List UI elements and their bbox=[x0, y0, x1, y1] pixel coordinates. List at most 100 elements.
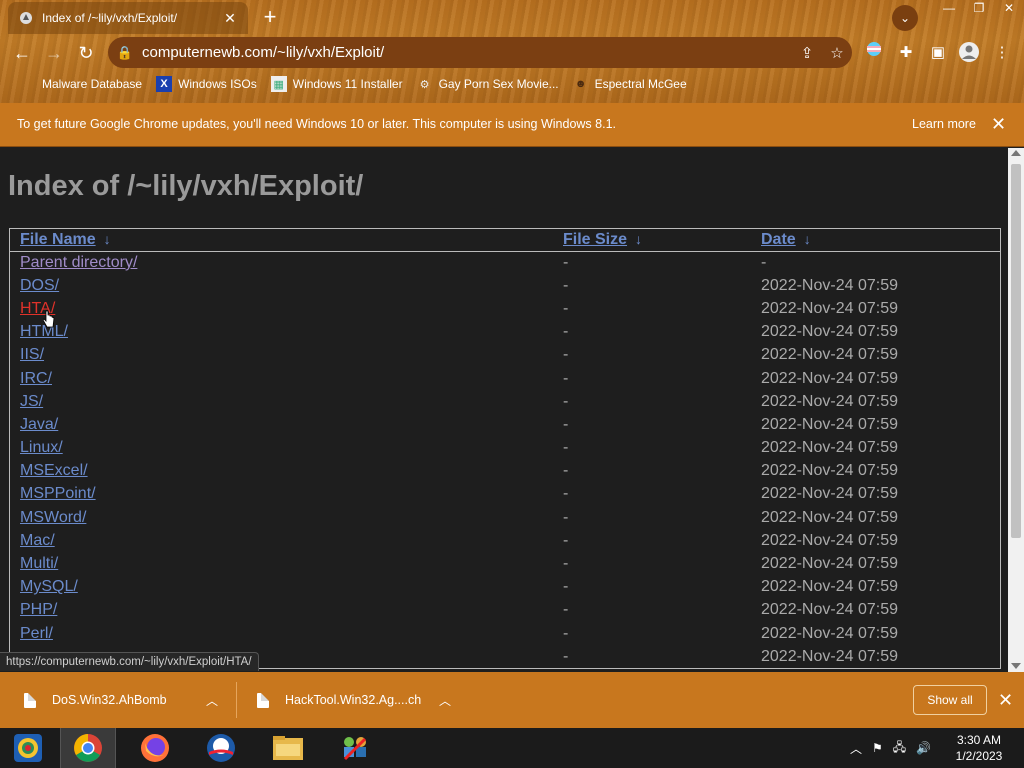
cell-date: 2022-Nov-24 07:59 bbox=[761, 531, 898, 549]
cell-file-size: - bbox=[563, 276, 569, 294]
extensions-puzzle-icon[interactable]: ✚ bbox=[894, 41, 918, 65]
cell-file-name: HTA/ bbox=[10, 297, 553, 320]
link-status-bar: https://computernewb.com/~lily/vxh/Explo… bbox=[0, 652, 259, 671]
infobar-close-icon[interactable]: ✕ bbox=[991, 114, 1006, 135]
cell-file-size: - bbox=[563, 323, 569, 341]
sort-arrow-icon[interactable]: ↓ bbox=[635, 231, 642, 247]
directory-link[interactable]: Java/ bbox=[20, 416, 58, 433]
bookmark-windows-isos[interactable]: X Windows ISOs bbox=[156, 76, 257, 92]
extension-flag-icon[interactable] bbox=[862, 41, 886, 65]
directory-link[interactable]: DOS/ bbox=[20, 277, 59, 294]
cell-date: 2022-Nov-24 07:59 bbox=[761, 555, 898, 573]
tab-active[interactable]: Index of /~lily/vxh/Exploit/ ✕ bbox=[8, 2, 248, 34]
cell-date: 2022-Nov-24 07:59 bbox=[761, 346, 898, 364]
sort-by-size-link[interactable]: File Size bbox=[563, 231, 627, 248]
downloads-close-icon[interactable]: ✕ bbox=[998, 690, 1013, 711]
taskbar-chrome[interactable] bbox=[60, 728, 116, 768]
cell-file-size: - bbox=[563, 462, 569, 480]
avatar-icon: ☻ bbox=[574, 78, 587, 90]
cell-file-size: - bbox=[563, 299, 569, 317]
new-tab-button[interactable]: + bbox=[258, 6, 282, 30]
sort-arrow-icon[interactable]: ↓ bbox=[104, 231, 111, 247]
start-button[interactable] bbox=[0, 728, 56, 768]
cell-file-name: Mac/ bbox=[10, 529, 553, 552]
taskbar-file-explorer[interactable] bbox=[260, 728, 316, 768]
clock-time: 3:30 AM bbox=[956, 733, 1002, 747]
directory-link[interactable]: IRC/ bbox=[20, 370, 52, 387]
side-panel-icon[interactable]: ▣ bbox=[926, 41, 950, 65]
chevron-up-icon[interactable]: ︿ bbox=[435, 692, 455, 709]
cell-file-name: IRC/ bbox=[10, 367, 553, 390]
cell-date: 2022-Nov-24 07:59 bbox=[761, 323, 898, 341]
table-row: Parent directory/ - - bbox=[10, 251, 1000, 274]
address-bar-url[interactable]: computernewb.com/~lily/vxh/Exploit/ bbox=[142, 44, 792, 61]
page-title: Index of /~lily/vxh/Exploit/ bbox=[8, 170, 364, 202]
share-icon[interactable]: ⇪ bbox=[792, 44, 822, 62]
download-name: HackTool.Win32.Ag....ch bbox=[285, 693, 422, 707]
reload-button[interactable]: ↻ bbox=[73, 40, 99, 66]
cell-date: 2022-Nov-24 07:59 bbox=[761, 485, 898, 503]
taskbar-clock[interactable]: 3:30 AM 1/2/2023 bbox=[940, 732, 1018, 764]
obama-logo-icon bbox=[207, 734, 235, 762]
bookmark-star-icon[interactable]: ☆ bbox=[822, 44, 852, 62]
learn-more-link[interactable]: Learn more bbox=[912, 117, 976, 131]
scroll-thumb[interactable] bbox=[1011, 164, 1021, 538]
action-center-flag-icon[interactable]: ⚑ bbox=[872, 741, 883, 755]
bookmark-windows-11-installer[interactable]: ▦ Windows 11 Installer bbox=[270, 76, 403, 92]
tab-close-icon[interactable]: ✕ bbox=[222, 10, 238, 26]
directory-link[interactable]: PHP/ bbox=[20, 601, 57, 618]
taskbar-obama-app[interactable] bbox=[193, 728, 249, 768]
cell-file-size: - bbox=[563, 555, 569, 573]
file-icon bbox=[24, 692, 36, 708]
directory-link[interactable]: Perl/ bbox=[20, 625, 53, 642]
page-scrollbar[interactable] bbox=[1008, 148, 1024, 672]
taskbar-network-app[interactable] bbox=[327, 728, 383, 768]
restore-button[interactable]: ❐ bbox=[964, 0, 994, 18]
address-bar[interactable]: 🔒 computernewb.com/~lily/vxh/Exploit/ ⇪ … bbox=[108, 37, 852, 68]
directory-link[interactable]: IIS/ bbox=[20, 346, 44, 363]
directory-link[interactable]: MSExcel/ bbox=[20, 462, 88, 479]
directory-link[interactable]: MSWord/ bbox=[20, 509, 86, 526]
cell-file-name: MySQL/ bbox=[10, 576, 553, 599]
table-row: HTML/- 2022-Nov-24 07:59 bbox=[10, 321, 1000, 344]
close-window-button[interactable]: ✕ bbox=[994, 0, 1024, 18]
directory-link[interactable]: MSPPoint/ bbox=[20, 485, 96, 502]
tray-expand-icon[interactable]: ︿ bbox=[850, 740, 862, 757]
chrome-menu-icon[interactable]: ⋮ bbox=[990, 41, 1014, 65]
scroll-up-arrow-icon[interactable] bbox=[1011, 150, 1021, 156]
volume-icon[interactable]: 🔊 bbox=[916, 741, 931, 755]
clock-date: 1/2/2023 bbox=[955, 749, 1003, 763]
directory-link[interactable]: Mac/ bbox=[20, 532, 55, 549]
cell-file-name: PHP/ bbox=[10, 599, 553, 622]
forward-button[interactable]: → bbox=[41, 40, 67, 66]
lock-icon[interactable]: 🔒 bbox=[108, 45, 142, 61]
chevron-up-icon[interactable]: ︿ bbox=[202, 692, 222, 709]
cell-file-name: Perl/ bbox=[10, 622, 553, 645]
download-item[interactable]: HackTool.Win32.Ag....ch ︿ bbox=[257, 672, 455, 728]
bookmark-espectral-mcgee[interactable]: ☻ Espectral McGee bbox=[573, 76, 687, 92]
directory-link[interactable]: Parent directory/ bbox=[20, 254, 137, 271]
image-icon: ▦ bbox=[270, 76, 287, 92]
sort-by-date-link[interactable]: Date bbox=[761, 231, 796, 248]
sort-by-name-link[interactable]: File Name bbox=[20, 231, 96, 248]
minimize-button[interactable]: — bbox=[934, 0, 964, 18]
directory-link[interactable]: MySQL/ bbox=[20, 578, 78, 595]
table-row: MSExcel/ - 2022-Nov-24 07:59 bbox=[10, 460, 1000, 483]
windows-taskbar: ︿ ⚑ 🖧 🔊 3:30 AM 1/2/2023 bbox=[0, 728, 1024, 768]
bookmark-malware-database[interactable]: Malware Database bbox=[20, 76, 142, 92]
directory-link[interactable]: Multi/ bbox=[20, 555, 58, 572]
show-all-downloads-button[interactable]: Show all bbox=[913, 685, 987, 715]
download-item[interactable]: DoS.Win32.AhBomb ︿ bbox=[24, 672, 222, 728]
profile-avatar-icon[interactable] bbox=[957, 41, 981, 65]
directory-link[interactable]: Linux/ bbox=[20, 439, 63, 456]
tab-search-button[interactable]: ⌄ bbox=[892, 5, 918, 31]
bookmark-gay-porn-sex-movie[interactable]: ⚙ Gay Porn Sex Movie... bbox=[417, 76, 559, 92]
scroll-down-arrow-icon[interactable] bbox=[1011, 663, 1021, 669]
back-button[interactable]: ← bbox=[9, 40, 35, 66]
cell-file-name: Parent directory/ bbox=[10, 251, 553, 274]
cell-date: 2022-Nov-24 07:59 bbox=[761, 439, 898, 457]
directory-link[interactable]: JS/ bbox=[20, 393, 43, 410]
taskbar-firefox[interactable] bbox=[127, 728, 183, 768]
network-icon[interactable]: 🖧 bbox=[893, 738, 906, 759]
sort-arrow-icon[interactable]: ↓ bbox=[804, 231, 811, 247]
